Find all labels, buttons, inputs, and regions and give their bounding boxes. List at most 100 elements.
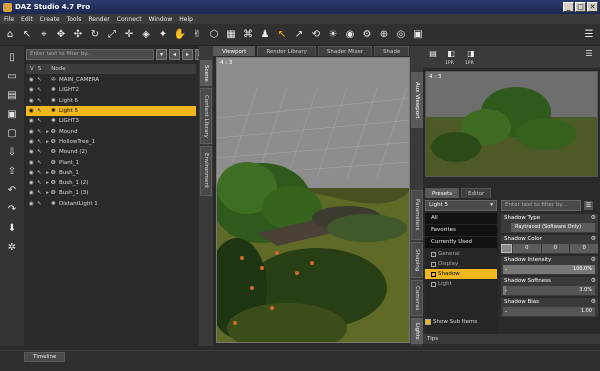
render-preview-icon[interactable]: ◨ xyxy=(465,49,477,61)
geometry-editor-icon[interactable]: ◈ xyxy=(140,28,152,42)
pointer-icon[interactable]: ↖ xyxy=(37,108,44,114)
pointer-icon[interactable]: ↖ xyxy=(37,98,44,104)
tab-shaping[interactable]: Shaping xyxy=(411,242,423,278)
scale-icon[interactable]: ⤢ xyxy=(106,28,118,42)
joint-editor-icon[interactable]: ✛ xyxy=(123,28,135,42)
aux-view-icon[interactable]: ▤ xyxy=(427,49,439,61)
eye-icon[interactable]: ◉ xyxy=(29,108,37,114)
zoom-icon[interactable]: ⊕ xyxy=(378,28,390,42)
pointer-icon[interactable]: ↖ xyxy=(37,118,44,124)
save-as-icon[interactable]: ▢ xyxy=(5,126,19,140)
eye-icon[interactable]: ◉ xyxy=(29,139,37,145)
tab-lights[interactable]: Lights xyxy=(411,318,423,344)
scene-node-row[interactable]: ◉ ↖ ✺ Light 5 xyxy=(26,105,196,117)
tab-render-library[interactable]: Render Library xyxy=(257,46,316,56)
menu-file[interactable]: File xyxy=(4,16,14,23)
pointer-icon[interactable]: ↖ xyxy=(37,180,44,186)
drop-icon[interactable]: ⬇ xyxy=(5,221,19,235)
eye-icon[interactable]: ◉ xyxy=(29,170,37,176)
eye-icon[interactable]: ◉ xyxy=(29,180,37,186)
color-g-field[interactable]: 0 xyxy=(541,244,570,253)
expand-arrow-icon[interactable]: ▸ xyxy=(44,190,51,196)
eye-icon[interactable]: ◉ xyxy=(29,149,37,155)
eye-icon[interactable]: ◉ xyxy=(29,98,37,104)
scene-node-row[interactable]: ◉ ↖ ▸ ❂ HollowTree_1 xyxy=(26,137,196,147)
col-visible[interactable]: V xyxy=(30,66,34,72)
show-sub-items-toggle[interactable]: Show Sub Items xyxy=(425,319,477,325)
scene-node-row[interactable]: ◉ ↖ ✇ MAIN_CAMERA xyxy=(26,75,196,85)
rotate-icon[interactable]: ↻ xyxy=(89,28,101,42)
eye-icon[interactable]: ◉ xyxy=(29,129,37,135)
slider-value[interactable]: 100.0% xyxy=(573,265,592,274)
menu-help[interactable]: Help xyxy=(179,16,193,23)
shadow-softness-slider[interactable]: - 3.0% xyxy=(503,286,595,295)
subcategory-item[interactable]: General xyxy=(425,249,497,259)
scene-node-row[interactable]: ◉ ↖ ▸ ❂ Bush_1 (2) xyxy=(26,178,196,188)
maximize-button[interactable]: □ xyxy=(575,2,586,12)
tab-shader-mixer[interactable]: Shader Mixer xyxy=(317,46,373,56)
scene-node-row[interactable]: ◉ ↖ ▸ ❂ Mound xyxy=(26,126,196,136)
select-pointer-icon[interactable]: ↖ xyxy=(276,28,288,42)
category-favorites[interactable]: Favorites xyxy=(425,225,497,236)
scene-node-row[interactable]: ◉ ↖ ✺ LIGHT3 xyxy=(26,116,196,126)
export-icon[interactable]: ⇧ xyxy=(5,164,19,178)
tab-environment[interactable]: Environment xyxy=(200,146,212,196)
scene-node-row[interactable]: ◉ ↖ ❂ Plant_1 xyxy=(26,157,196,167)
minus-icon[interactable]: - xyxy=(505,286,507,295)
open-file-icon[interactable]: ▭ xyxy=(5,69,19,83)
spot-render-icon[interactable]: ✦ xyxy=(157,28,169,42)
new-file-icon[interactable]: ▯ xyxy=(5,50,19,64)
tab-cameras[interactable]: Cameras xyxy=(411,280,423,316)
aux-viewport[interactable]: 4 : 3 xyxy=(425,71,598,177)
tab-content-library[interactable]: Content Library xyxy=(200,88,212,144)
region-icon[interactable]: ▦ xyxy=(225,28,237,42)
tips-bar[interactable]: Tips xyxy=(423,334,600,344)
subcategory-item[interactable]: Shadow xyxy=(425,269,497,279)
slider-value[interactable]: 3.0% xyxy=(579,286,592,295)
minus-icon[interactable]: - xyxy=(505,265,507,274)
shadow-intensity-slider[interactable]: - 100.0% xyxy=(503,265,595,274)
import-icon[interactable]: ⇩ xyxy=(5,145,19,159)
color-b-field[interactable]: 0 xyxy=(570,244,599,253)
gear-icon[interactable]: ⚙ xyxy=(591,235,596,242)
universal-tool-icon[interactable]: ✥ xyxy=(55,28,67,42)
redo-icon[interactable]: ↷ xyxy=(5,202,19,216)
expand-arrow-icon[interactable]: ▸ xyxy=(44,180,51,186)
gear-icon[interactable]: ⚙ xyxy=(591,214,596,221)
settings-icon[interactable]: ✲ xyxy=(5,240,19,254)
camera-select-icon[interactable]: ◧ xyxy=(445,49,457,61)
light-select-dropdown[interactable]: Light 5 ▾ xyxy=(425,200,497,211)
light-icon[interactable]: ☀ xyxy=(327,28,339,42)
eye-icon[interactable]: ◉ xyxy=(29,87,37,93)
active-pose-icon[interactable]: ✋ xyxy=(174,28,186,42)
tab-shader[interactable]: Shade xyxy=(374,46,410,56)
expand-arrow-icon[interactable]: ▸ xyxy=(44,129,51,135)
scene-node-row[interactable]: ◉ ↖ ✺ DistantLight 1 xyxy=(26,199,196,209)
home-icon[interactable]: ⌂ xyxy=(4,28,16,42)
menu-window[interactable]: Window xyxy=(149,16,173,23)
menu-create[interactable]: Create xyxy=(40,16,60,23)
minimize-button[interactable]: _ xyxy=(563,2,574,12)
forward-arrow-icon[interactable]: ▸ xyxy=(182,49,193,60)
shadow-bias-slider[interactable]: - 1.00 xyxy=(503,307,595,316)
tab-timeline[interactable]: Timeline xyxy=(24,352,66,362)
pointer-icon[interactable]: ↖ xyxy=(37,170,44,176)
save-icon[interactable]: ▣ xyxy=(5,107,19,121)
filter-options-icon[interactable]: ☰ xyxy=(584,201,593,210)
parameter-filter-input[interactable]: Enter text to filter by... xyxy=(501,200,581,211)
cursor-icon[interactable]: ↗ xyxy=(293,28,305,42)
eye-icon[interactable]: ◉ xyxy=(29,190,37,196)
menu-connect[interactable]: Connect xyxy=(117,16,142,23)
tab-presets[interactable]: Presets xyxy=(425,188,460,198)
eye-icon[interactable]: ◉ xyxy=(29,201,37,207)
tab-parameters[interactable]: Parameters xyxy=(411,190,423,240)
node-select-icon[interactable]: ⌖ xyxy=(38,28,50,42)
scene-node-row[interactable]: ◉ ↖ ▸ ❂ Bush_1 xyxy=(26,168,196,178)
pointer-icon[interactable]: ↖ xyxy=(37,77,44,83)
scene-node-row[interactable]: ◉ ↖ ▸ ❂ Bush_1 (3) xyxy=(26,188,196,198)
help-pointer-icon[interactable]: ↖ xyxy=(21,28,33,42)
slider-value[interactable]: 1.00 xyxy=(581,307,592,316)
color-swatch[interactable] xyxy=(501,244,512,253)
pose-tool-icon[interactable]: ✌ xyxy=(191,28,203,42)
minus-icon[interactable]: - xyxy=(505,307,507,316)
